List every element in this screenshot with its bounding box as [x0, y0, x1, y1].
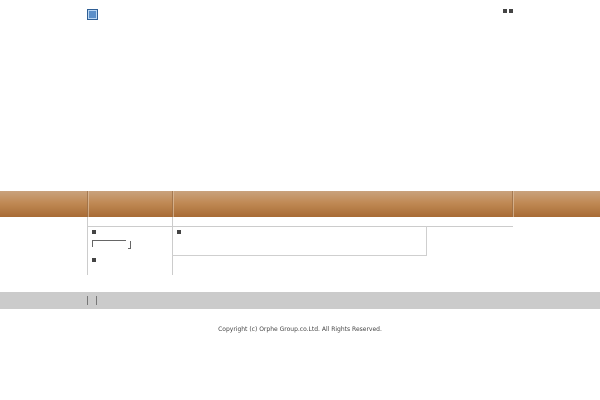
small-input-outline[interactable]: [128, 248, 131, 249]
small-input-outline[interactable]: [92, 240, 126, 241]
footer-separator: [87, 296, 88, 305]
main-content-box: [172, 226, 427, 256]
nav-divider: [513, 191, 514, 217]
left-sidebar-square-icon: [92, 230, 96, 234]
nav-divider: [173, 191, 174, 217]
footer-navigation-bar: [0, 292, 600, 309]
small-input-outline[interactable]: [92, 240, 93, 247]
left-sidebar-square-icon: [92, 258, 96, 262]
copyright-text: Copyright (c) Orphe Group.co.Ltd. All Ri…: [218, 326, 382, 333]
nav-divider: [88, 191, 89, 217]
main-navigation-bar: [0, 191, 600, 217]
logo-icon[interactable]: [87, 9, 98, 20]
top-right-square-icon: [503, 9, 507, 13]
footer-separator: [96, 296, 97, 305]
top-right-square-icon: [509, 9, 513, 13]
